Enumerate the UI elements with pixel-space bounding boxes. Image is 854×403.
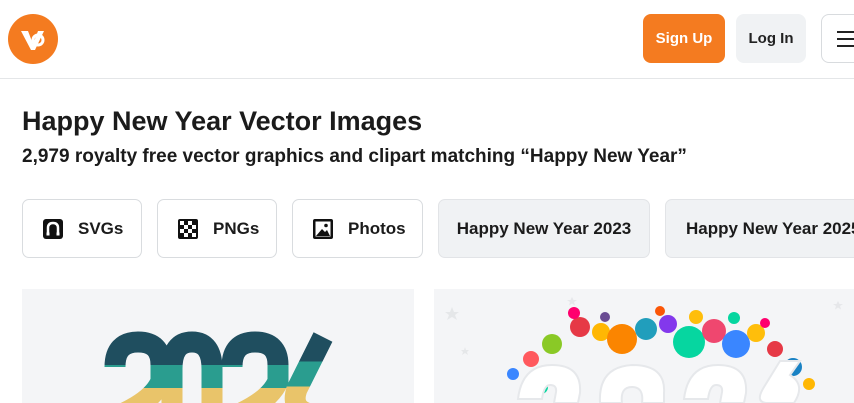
- filter-photos[interactable]: Photos: [292, 199, 423, 258]
- 2026-striped-numbers-thumbnail: [104, 331, 333, 403]
- filter-label: Photos: [348, 218, 406, 238]
- filter-label: PNGs: [213, 218, 260, 238]
- top-header: Sign Up Log In: [0, 0, 854, 79]
- photo-icon: [313, 218, 333, 239]
- results-subtitle: 2,979 royalty free vector graphics and c…: [22, 146, 687, 167]
- svg-icon: [43, 218, 63, 239]
- filter-svgs[interactable]: SVGs: [22, 199, 142, 258]
- page-title: Happy New Year Vector Images: [22, 106, 423, 136]
- menu-button[interactable]: [821, 14, 854, 63]
- filter-pngs[interactable]: PNGs: [157, 199, 277, 258]
- result-thumbnail[interactable]: [22, 289, 414, 403]
- result-thumbnail[interactable]: [434, 289, 854, 403]
- vecteezy-logo[interactable]: [8, 14, 58, 64]
- related-search-chip[interactable]: Happy New Year 2023: [438, 199, 650, 258]
- logo-v-icon: [21, 31, 45, 50]
- filter-label: SVGs: [78, 218, 124, 238]
- related-label: Happy New Year 2025: [686, 218, 854, 238]
- log-in-button[interactable]: Log In: [736, 14, 806, 63]
- related-label: Happy New Year 2023: [456, 218, 632, 238]
- related-search-chip[interactable]: Happy New Year 2025: [665, 199, 854, 258]
- 2026-colorful-circles-thumbnail: [445, 297, 843, 403]
- sign-up-button[interactable]: Sign Up: [643, 14, 725, 63]
- png-checker-icon: [178, 218, 198, 239]
